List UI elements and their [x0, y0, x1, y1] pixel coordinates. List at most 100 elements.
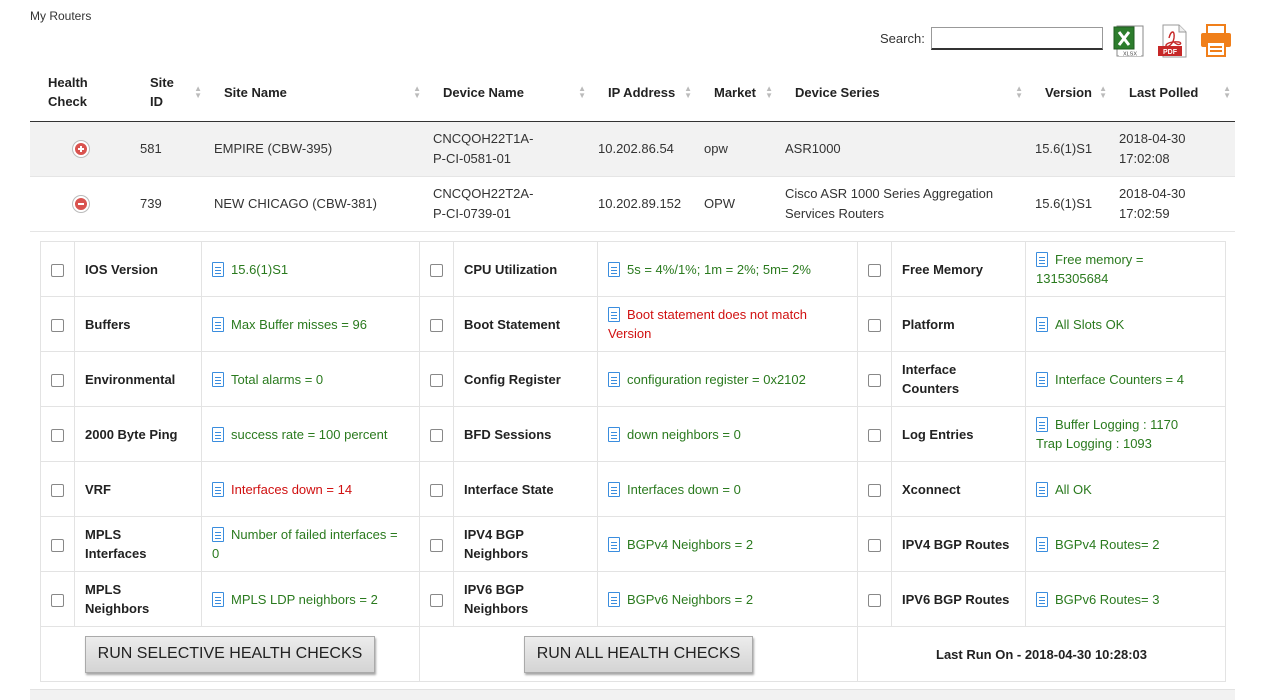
health-check-result[interactable]: 15.6(1)S1 — [201, 241, 420, 297]
health-check-checkbox[interactable] — [868, 428, 881, 442]
document-icon[interactable] — [1036, 591, 1048, 607]
sort-icon[interactable]: ▲ ▼ — [1099, 85, 1107, 100]
health-check-result[interactable]: Buffer Logging : 1170 Trap Logging : 1093 — [1025, 406, 1226, 462]
document-icon[interactable] — [608, 536, 620, 552]
document-icon[interactable] — [608, 307, 620, 322]
health-check-result[interactable]: BGPv4 Neighbors = 2 — [597, 516, 858, 572]
document-icon[interactable] — [212, 527, 224, 542]
health-check-checkbox[interactable] — [430, 483, 443, 497]
health-check-result[interactable]: Interfaces down = 14 — [201, 461, 420, 517]
document-icon[interactable] — [1036, 316, 1048, 332]
sort-icon[interactable]: ▲ ▼ — [194, 85, 202, 100]
health-check-result[interactable]: Total alarms = 0 — [201, 351, 420, 407]
health-check-checkbox[interactable] — [430, 373, 443, 387]
expand-icon[interactable] — [73, 141, 89, 158]
router-row[interactable]: 581 EMPIRE (CBW-395) CNCQOH22T1A- P-CI-0581… — [30, 121, 1235, 177]
health-check-checkbox[interactable] — [51, 318, 64, 332]
health-check-result[interactable]: MPLS LDP neighbors = 2 — [201, 571, 420, 627]
sort-icon[interactable]: ▲ ▼ — [1223, 85, 1231, 100]
document-icon[interactable] — [608, 481, 620, 497]
health-check-result[interactable]: Free memory = 1315305684 — [1025, 241, 1226, 297]
health-check-result[interactable]: BGPv6 Neighbors = 2 — [597, 571, 858, 627]
column-header-last-polled[interactable]: Last Polled ▲ ▼ — [1111, 64, 1235, 122]
health-check-checkbox[interactable] — [430, 263, 443, 277]
health-check-checkbox[interactable] — [51, 373, 64, 387]
column-header-market[interactable]: Market ▲ ▼ — [696, 64, 777, 122]
column-header-health-check[interactable]: Health Check — [30, 64, 132, 122]
document-icon[interactable] — [212, 261, 224, 277]
router-row[interactable]: 739 NEW CHICAGO (CBW-381) CNCQOH22T2A- P-CI… — [30, 176, 1235, 232]
health-check-result[interactable]: down neighbors = 0 — [597, 406, 858, 462]
health-check-checkbox[interactable] — [868, 593, 881, 607]
document-icon[interactable] — [212, 591, 224, 607]
health-check-checkbox[interactable] — [430, 593, 443, 607]
ip-address: 10.202.89.152 — [598, 195, 682, 211]
column-header-device-series[interactable]: Device Series ▲ ▼ — [777, 64, 1027, 122]
health-check-result[interactable]: Boot statement does not match Version — [597, 296, 858, 352]
health-check-checkbox[interactable] — [51, 263, 64, 277]
pdf-icon: PDF — [1158, 24, 1187, 58]
health-check-result[interactable]: All Slots OK — [1025, 296, 1226, 352]
document-icon[interactable] — [1036, 371, 1048, 387]
health-check-checkbox[interactable] — [430, 318, 443, 332]
last-polled-date: 2018-04-30 — [1119, 185, 1186, 201]
sort-icon[interactable]: ▲ ▼ — [578, 85, 586, 100]
device-name-line1: CNCQOH22T2A- — [433, 185, 534, 201]
health-check-result[interactable]: Interfaces down = 0 — [597, 461, 858, 517]
health-check-checkbox[interactable] — [51, 593, 64, 607]
health-check-result[interactable]: BGPv6 Routes= 3 — [1025, 571, 1226, 627]
document-icon[interactable] — [608, 371, 620, 387]
health-check-result[interactable]: BGPv4 Routes= 2 — [1025, 516, 1226, 572]
document-icon[interactable] — [1036, 481, 1048, 497]
document-icon[interactable] — [212, 371, 224, 387]
health-check-checkbox[interactable] — [868, 373, 881, 387]
health-check-checkbox[interactable] — [51, 483, 64, 497]
health-check-checkbox[interactable] — [430, 538, 443, 552]
run-selective-health-checks-button[interactable]: RUN SELECTIVE HEALTH CHECKS — [84, 635, 376, 673]
health-check-checkbox[interactable] — [868, 318, 881, 332]
print-button[interactable] — [1199, 24, 1231, 58]
excel-export-button[interactable]: XLSX — [1113, 24, 1145, 58]
run-all-health-checks-button[interactable]: RUN ALL HEALTH CHECKS — [523, 635, 754, 673]
document-icon[interactable] — [212, 481, 224, 497]
health-check-result[interactable]: Max Buffer misses = 96 — [201, 296, 420, 352]
health-check-checkbox[interactable] — [868, 538, 881, 552]
pdf-export-button[interactable]: PDF — [1157, 24, 1189, 58]
health-check-result-line1: All Slots OK — [1055, 316, 1125, 332]
health-check-result[interactable]: Interface Counters = 4 — [1025, 351, 1226, 407]
column-header-site-id[interactable]: Site ID ▲ ▼ — [132, 64, 206, 122]
checkbox-cell — [857, 461, 892, 517]
health-check-result[interactable]: configuration register = 0x2102 — [597, 351, 858, 407]
sort-icon[interactable]: ▲ ▼ — [1015, 85, 1023, 100]
column-header-device-name[interactable]: Device Name ▲ ▼ — [425, 64, 590, 122]
health-check-result[interactable]: Number of failed interfaces = 0 — [201, 516, 420, 572]
sort-icon[interactable]: ▲ ▼ — [765, 85, 773, 100]
document-icon[interactable] — [212, 426, 224, 442]
health-check-checkbox[interactable] — [430, 428, 443, 442]
health-check-name-line2: Neighbors — [85, 601, 150, 616]
health-check-checkbox[interactable] — [51, 538, 64, 552]
site-name-cell: NEW CHICAGO (CBW-381) — [206, 176, 425, 232]
health-check-name-line1: Interface State — [464, 481, 554, 497]
sort-icon[interactable]: ▲ ▼ — [684, 85, 692, 100]
column-header-site-name[interactable]: Site Name ▲ ▼ — [206, 64, 425, 122]
column-header-ip-address[interactable]: IP Address ▲ ▼ — [590, 64, 696, 122]
document-icon[interactable] — [608, 591, 620, 607]
document-icon[interactable] — [1036, 536, 1048, 552]
document-icon[interactable] — [608, 261, 620, 277]
collapse-icon[interactable] — [73, 196, 89, 213]
health-check-checkbox[interactable] — [51, 428, 64, 442]
health-check-result[interactable]: All OK — [1025, 461, 1226, 517]
column-header-version[interactable]: Version ▲ ▼ — [1027, 64, 1111, 122]
health-check-result[interactable]: 5s = 4%/1%; 1m = 2%; 5m= 2% — [597, 241, 858, 297]
search-input[interactable] — [930, 26, 1103, 50]
health-check-result-line1: Max Buffer misses = 96 — [231, 316, 367, 332]
health-check-checkbox[interactable] — [868, 263, 881, 277]
document-icon[interactable] — [1036, 417, 1048, 432]
health-check-checkbox[interactable] — [868, 483, 881, 497]
sort-icon[interactable]: ▲ ▼ — [413, 85, 421, 100]
document-icon[interactable] — [212, 316, 224, 332]
document-icon[interactable] — [608, 426, 620, 442]
document-icon[interactable] — [1036, 252, 1048, 267]
health-check-result[interactable]: success rate = 100 percent — [201, 406, 420, 462]
